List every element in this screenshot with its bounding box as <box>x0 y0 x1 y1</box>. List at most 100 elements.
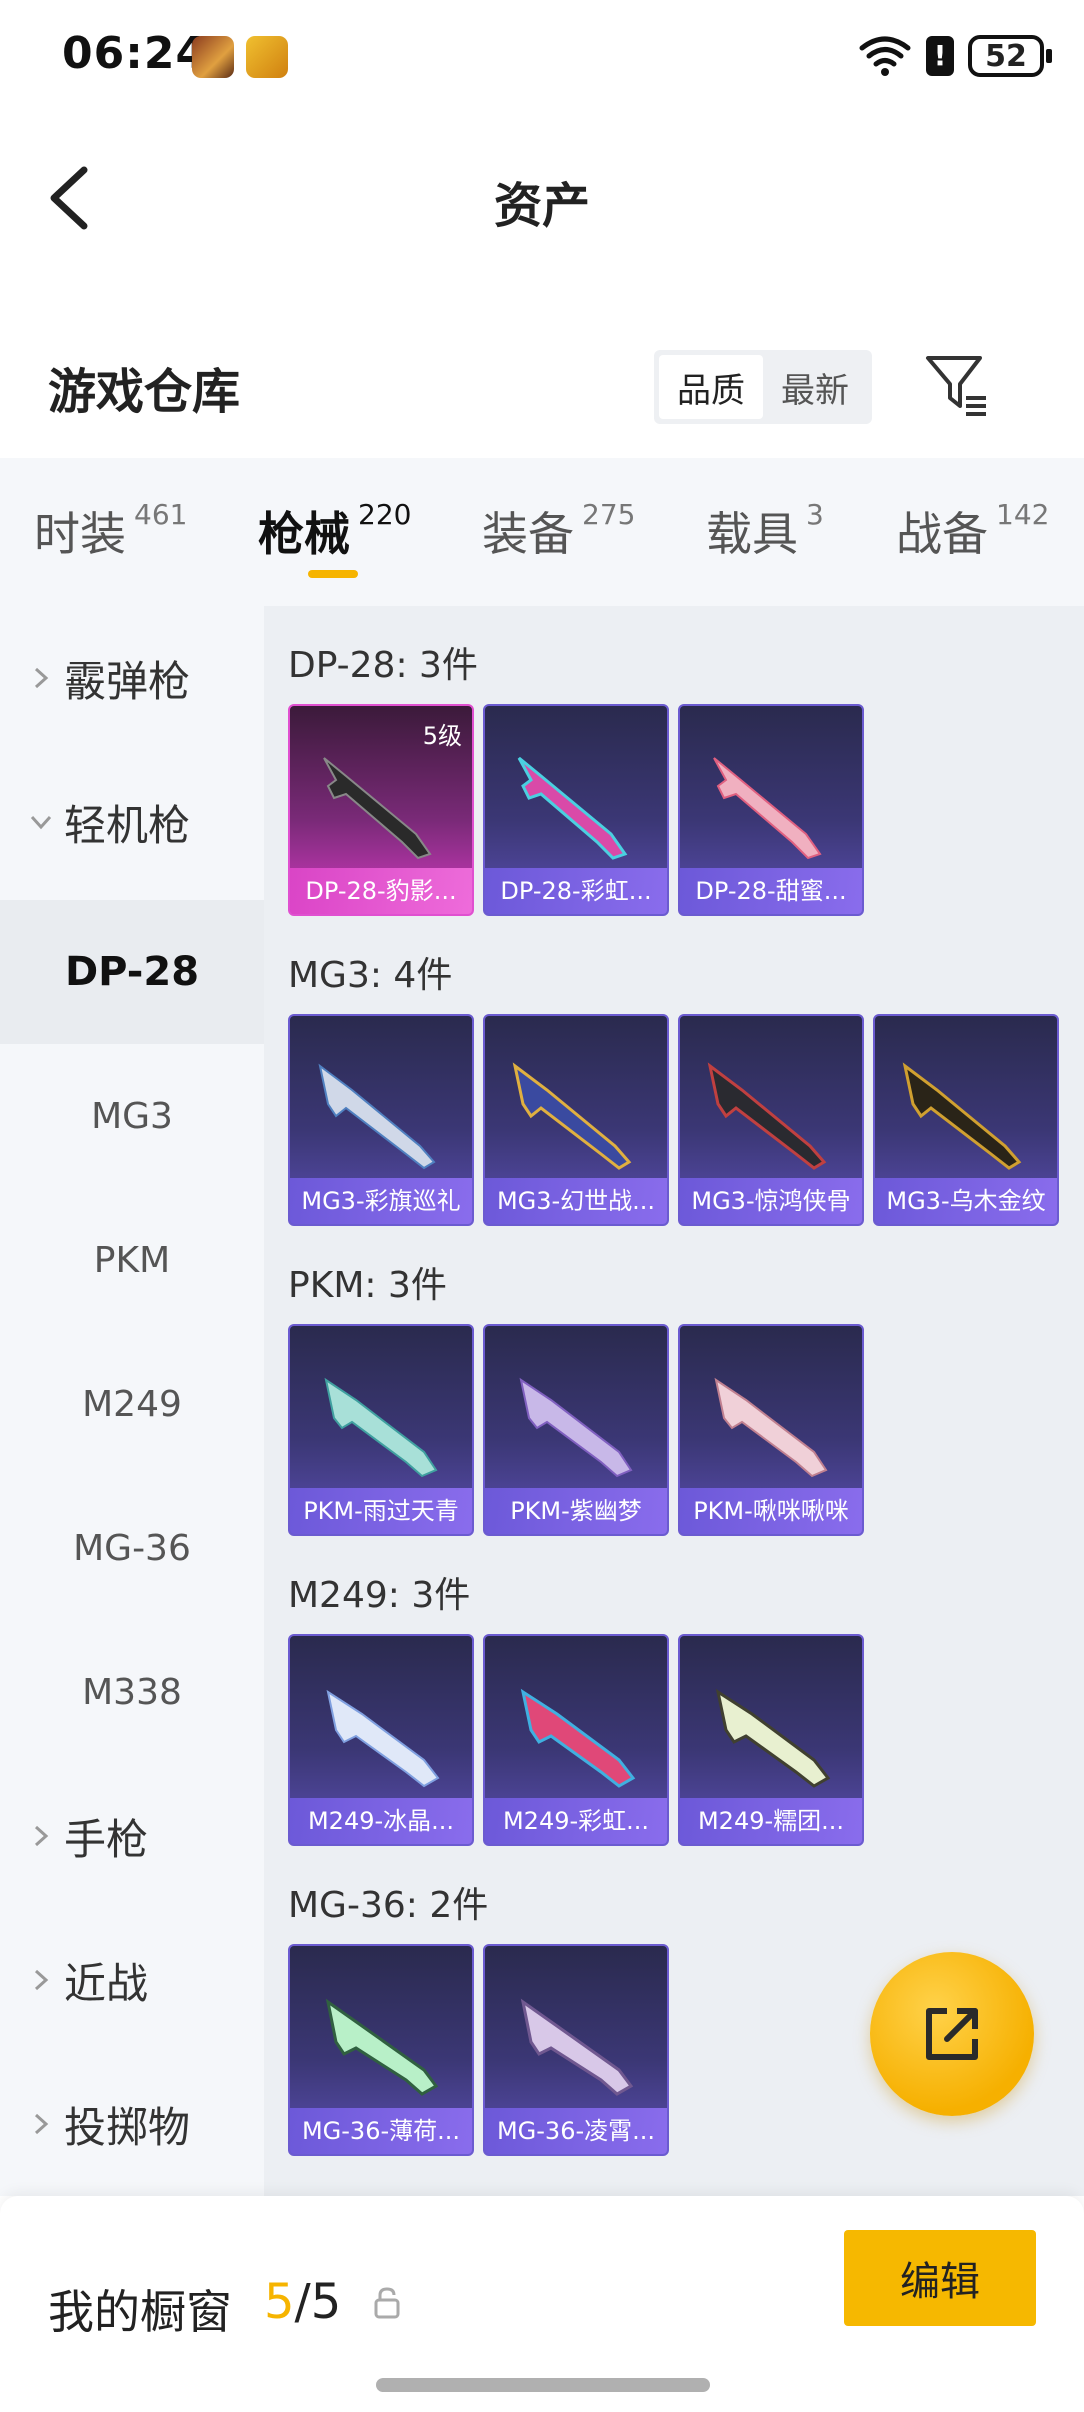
sidebar-item-label: 投掷物 <box>64 2102 191 2152</box>
sidebar-item-pistol[interactable]: 手枪 <box>0 1764 264 1908</box>
chevron-right-icon <box>34 1969 49 1991</box>
skin-card[interactable]: 5级 DP-28-豹影... <box>288 704 474 916</box>
sidebar-item-label: PKM <box>93 1239 171 1281</box>
tab-count: 3 <box>806 498 824 531</box>
skin-card[interactable]: PKM-啾咪啾咪 <box>678 1324 864 1536</box>
tab-gear[interactable]: 战备 142 <box>896 498 1049 564</box>
sort-toggle: 品质 最新 <box>654 350 872 424</box>
home-indicator[interactable] <box>376 2378 710 2392</box>
battery-icon: 52 <box>968 35 1052 77</box>
skin-name: MG3-乌木金纹 <box>875 1178 1057 1224</box>
section-title-m249: M249: 3件 <box>288 1575 471 1616</box>
skin-card[interactable]: DP-28-甜蜜... <box>678 704 864 916</box>
tab-fashion[interactable]: 时装 461 <box>34 498 187 564</box>
skin-name: PKM-啾咪啾咪 <box>680 1488 862 1534</box>
active-tab-indicator <box>308 570 358 578</box>
section-title-dp28: DP-28: 3件 <box>288 645 478 686</box>
weapon-skin-image <box>326 1689 440 1788</box>
skin-card[interactable]: MG3-彩旗巡礼 <box>288 1014 474 1226</box>
skin-card[interactable]: M249-冰晶... <box>288 1634 474 1846</box>
sidebar-item-label: MG-36 <box>73 1527 191 1569</box>
weapon-skin-image <box>318 1063 436 1170</box>
skin-card[interactable]: DP-28-彩虹... <box>483 704 669 916</box>
edit-button[interactable]: 编辑 <box>844 2230 1036 2326</box>
weapon-skin-image <box>902 1062 1022 1170</box>
skin-name: MG-36-薄荷... <box>290 2108 472 2154</box>
weapon-sidebar: 霰弹枪 轻机枪 DP-28 MG3 PKM M249 MG-36 M338 手枪… <box>0 606 264 2196</box>
share-external-icon <box>926 2008 978 2060</box>
chevron-right-icon <box>34 2113 49 2135</box>
sidebar-item-pkm[interactable]: PKM <box>0 1188 264 1332</box>
lock-icon <box>374 2287 400 2319</box>
skin-name: PKM-雨过天青 <box>290 1488 472 1534</box>
battery-level: 52 <box>985 38 1027 74</box>
sidebar-item-throwable[interactable]: 投掷物 <box>0 2052 264 2196</box>
skin-name: M249-糯团... <box>680 1798 862 1844</box>
sidebar-item-label: 手枪 <box>64 1814 149 1864</box>
share-button[interactable] <box>870 1952 1034 2116</box>
skin-level-badge: 5级 <box>422 722 462 750</box>
game-helper-app-icon <box>246 36 288 78</box>
section-title-pkm: PKM: 3件 <box>288 1265 447 1306</box>
sidebar-item-label: DP-28 <box>64 949 200 995</box>
skin-card[interactable]: MG-36-凌霄... <box>483 1944 669 2156</box>
header: 资产 <box>0 130 1084 260</box>
tab-equipment[interactable]: 装备 275 <box>482 498 635 564</box>
sidebar-item-m338[interactable]: M338 <box>0 1620 264 1764</box>
weapon-skin-image <box>323 757 432 860</box>
sidebar-item-label: 轻机枪 <box>64 800 191 850</box>
weapon-skin-image <box>713 757 822 860</box>
weapon-skin-image <box>715 1688 831 1788</box>
sidebar-item-lmg[interactable]: 轻机枪 <box>0 750 264 894</box>
showcase-separator: / <box>294 2274 311 2330</box>
sidebar-item-mg36[interactable]: MG-36 <box>0 1476 264 1620</box>
skin-name: DP-28-豹影... <box>290 868 472 914</box>
skin-name: MG3-幻世战... <box>485 1178 667 1224</box>
skin-name: M249-彩虹... <box>485 1798 667 1844</box>
weapon-skin-image <box>324 1377 438 1478</box>
skin-card[interactable]: PKM-紫幽梦 <box>483 1324 669 1536</box>
filter-icon[interactable] <box>922 350 992 420</box>
game-app-icon <box>192 36 234 78</box>
tab-vehicles[interactable]: 载具 3 <box>706 498 824 564</box>
skin-card[interactable]: M249-彩虹... <box>483 1634 669 1846</box>
sidebar-item-label: M338 <box>82 1671 182 1713</box>
tab-firearms[interactable]: 枪械 220 <box>258 498 411 564</box>
sidebar-item-mg3[interactable]: MG3 <box>0 1044 264 1188</box>
skin-card[interactable]: PKM-雨过天青 <box>288 1324 474 1536</box>
skin-name: PKM-紫幽梦 <box>485 1488 667 1534</box>
sidebar-item-shotgun[interactable]: 霰弹枪 <box>0 606 264 750</box>
skin-card[interactable]: MG3-幻世战... <box>483 1014 669 1226</box>
chevron-right-icon <box>34 1825 49 1847</box>
section-title-mg3: MG3: 4件 <box>288 955 453 996</box>
status-icons: ! 52 <box>858 30 1052 82</box>
showcase-max: 5 <box>310 2274 342 2330</box>
tab-label: 战备 <box>896 507 988 561</box>
sidebar-item-label: MG3 <box>91 1095 173 1137</box>
skin-card[interactable]: MG3-乌木金纹 <box>873 1014 1059 1226</box>
sidebar-item-dp28[interactable]: DP-28 <box>0 900 264 1044</box>
tab-count: 220 <box>358 498 412 531</box>
sort-option-quality[interactable]: 品质 <box>659 355 763 419</box>
skin-card[interactable]: MG3-惊鸿侠骨 <box>678 1014 864 1226</box>
sidebar-item-label: 近战 <box>64 1958 149 2008</box>
skin-card[interactable]: M249-糯团... <box>678 1634 864 1846</box>
showcase-count: 5/5 <box>264 2274 341 2330</box>
weapon-skin-image <box>707 1062 827 1170</box>
section-title-mg36: MG-36: 2件 <box>288 1885 489 1926</box>
tab-count: 275 <box>582 498 636 531</box>
warehouse-title: 游戏仓库 <box>48 364 241 420</box>
weapon-skin-image <box>520 1688 636 1788</box>
skin-name: DP-28-彩虹... <box>485 868 667 914</box>
showcase-current: 5 <box>264 2274 295 2330</box>
skin-card[interactable]: MG-36-薄荷... <box>288 1944 474 2156</box>
weapon-skin-image <box>519 1377 633 1478</box>
tab-label: 枪械 <box>258 507 350 561</box>
sidebar-item-m249[interactable]: M249 <box>0 1332 264 1476</box>
sort-option-newest[interactable]: 最新 <box>763 355 867 419</box>
sidebar-item-melee[interactable]: 近战 <box>0 1908 264 2052</box>
alert-icon: ! <box>926 36 954 76</box>
status-time: 06:24 <box>62 28 208 79</box>
chevron-right-icon <box>34 667 49 689</box>
sidebar-item-label: M249 <box>82 1383 182 1425</box>
